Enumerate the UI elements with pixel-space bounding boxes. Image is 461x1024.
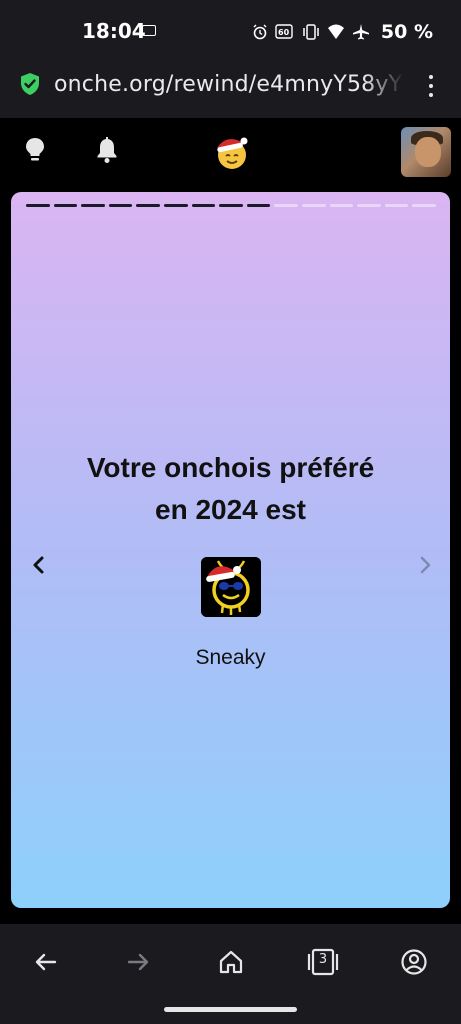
battery-level: 50 % [380, 21, 433, 43]
progress-segment [81, 204, 105, 207]
progress-segment [26, 204, 50, 207]
vibrate-icon [303, 24, 319, 40]
favorite-user-name[interactable]: Sneaky [11, 646, 450, 670]
story-title-line-1: Votre onchois préféré [86, 452, 375, 483]
progress-segment [191, 204, 216, 207]
story-title: Votre onchois préféré en 2024 est [11, 447, 450, 531]
avatar-face [415, 137, 441, 167]
account-icon[interactable] [400, 948, 428, 976]
browser-bottom-bar: 3 [0, 924, 461, 1024]
progress-segment [246, 204, 271, 207]
story-title-line-2: en 2024 est [155, 494, 306, 525]
back-arrow-icon[interactable] [32, 948, 60, 976]
home-icon[interactable] [217, 948, 245, 976]
santa-smiley-logo[interactable] [212, 132, 250, 172]
tab-count: 3 [318, 952, 328, 967]
story-progress [26, 204, 436, 207]
rewind-story-card[interactable]: Votre onchois préféré en 2024 est Sneaky [11, 192, 450, 908]
progress-segment [136, 204, 160, 207]
airplane-icon [352, 24, 369, 40]
shield-check-icon[interactable] [19, 72, 41, 96]
bell-icon[interactable] [95, 136, 119, 164]
user-avatar[interactable] [401, 127, 451, 177]
progress-segment [329, 204, 354, 207]
status-bar: 18:04 60 50 % [0, 0, 461, 62]
url-fade [364, 72, 404, 97]
progress-segment [274, 204, 298, 207]
url-text[interactable]: onche.org/rewind/e4mnyY58yY [54, 72, 404, 97]
progress-segment [219, 204, 243, 207]
tabs-button[interactable]: 3 [307, 948, 339, 976]
url-value: onche.org/rewind/e4mnyY58yY [54, 72, 403, 97]
progress-segment [384, 204, 409, 207]
site-header [0, 118, 461, 190]
forward-arrow-icon[interactable] [124, 948, 152, 976]
svg-text:60: 60 [278, 28, 290, 37]
progress-segment [163, 204, 188, 207]
browser-url-bar[interactable]: onche.org/rewind/e4mnyY58yY [0, 62, 461, 118]
smiley-avatar-icon [201, 557, 261, 617]
browser-menu-icon[interactable] [424, 72, 438, 100]
gesture-bar[interactable] [164, 1007, 297, 1012]
chevron-right-icon[interactable] [413, 553, 437, 577]
clock: 18:04 [82, 19, 146, 43]
alarm-icon [253, 24, 267, 40]
gallery-icon [142, 25, 156, 36]
chevron-left-icon[interactable] [27, 553, 51, 577]
volte-icon: 60 [275, 24, 293, 39]
progress-segment [53, 204, 78, 207]
progress-segment [412, 204, 436, 207]
favorite-user-avatar[interactable] [201, 557, 261, 617]
status-icons: 60 50 % [252, 21, 433, 43]
progress-segment [301, 204, 326, 207]
wifi-icon [327, 24, 344, 39]
lightbulb-icon[interactable] [24, 136, 46, 164]
progress-segment [357, 204, 381, 207]
progress-segment [108, 204, 133, 207]
